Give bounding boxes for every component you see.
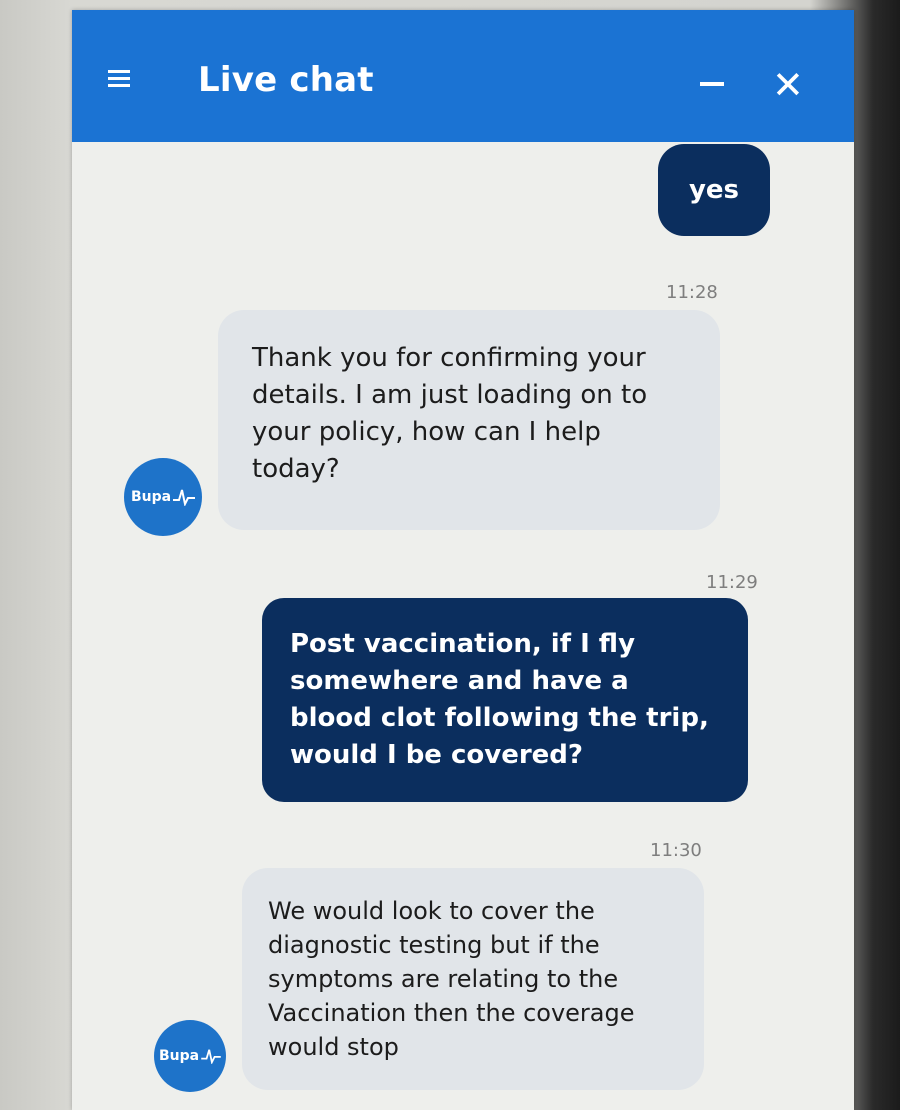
user-message: Post vaccination, if I fly somewhere and…	[262, 598, 748, 802]
agent-message: Thank you for confirming your details. I…	[218, 310, 720, 530]
user-message: yes	[658, 144, 770, 236]
chat-title: Live chat	[198, 60, 374, 100]
heartbeat-icon	[201, 1049, 221, 1064]
live-chat-window: Live chat ✕ yes 11:28 Bupa Thank you for…	[72, 10, 854, 1110]
avatar: Bupa	[154, 1020, 226, 1092]
menu-icon[interactable]	[108, 70, 130, 92]
bupa-logo-text: Bupa	[130, 489, 172, 505]
message-timestamp: 11:28	[666, 282, 718, 303]
close-icon[interactable]: ✕	[772, 66, 804, 104]
message-text: yes	[688, 174, 740, 205]
bupa-logo-text: Bupa	[158, 1048, 200, 1064]
avatar: Bupa	[124, 458, 202, 536]
message-timestamp: 11:30	[650, 840, 702, 861]
message-text: Thank you for confirming your details. I…	[252, 343, 648, 484]
message-text: We would look to cover the diagnostic te…	[268, 897, 635, 1061]
minimize-icon[interactable]	[700, 82, 724, 86]
agent-message: We would look to cover the diagnostic te…	[242, 868, 704, 1090]
message-timestamp: 11:29	[706, 572, 758, 593]
heartbeat-icon	[173, 489, 196, 506]
message-text: Post vaccination, if I fly somewhere and…	[290, 629, 709, 770]
chat-header: Live chat ✕	[72, 10, 854, 142]
